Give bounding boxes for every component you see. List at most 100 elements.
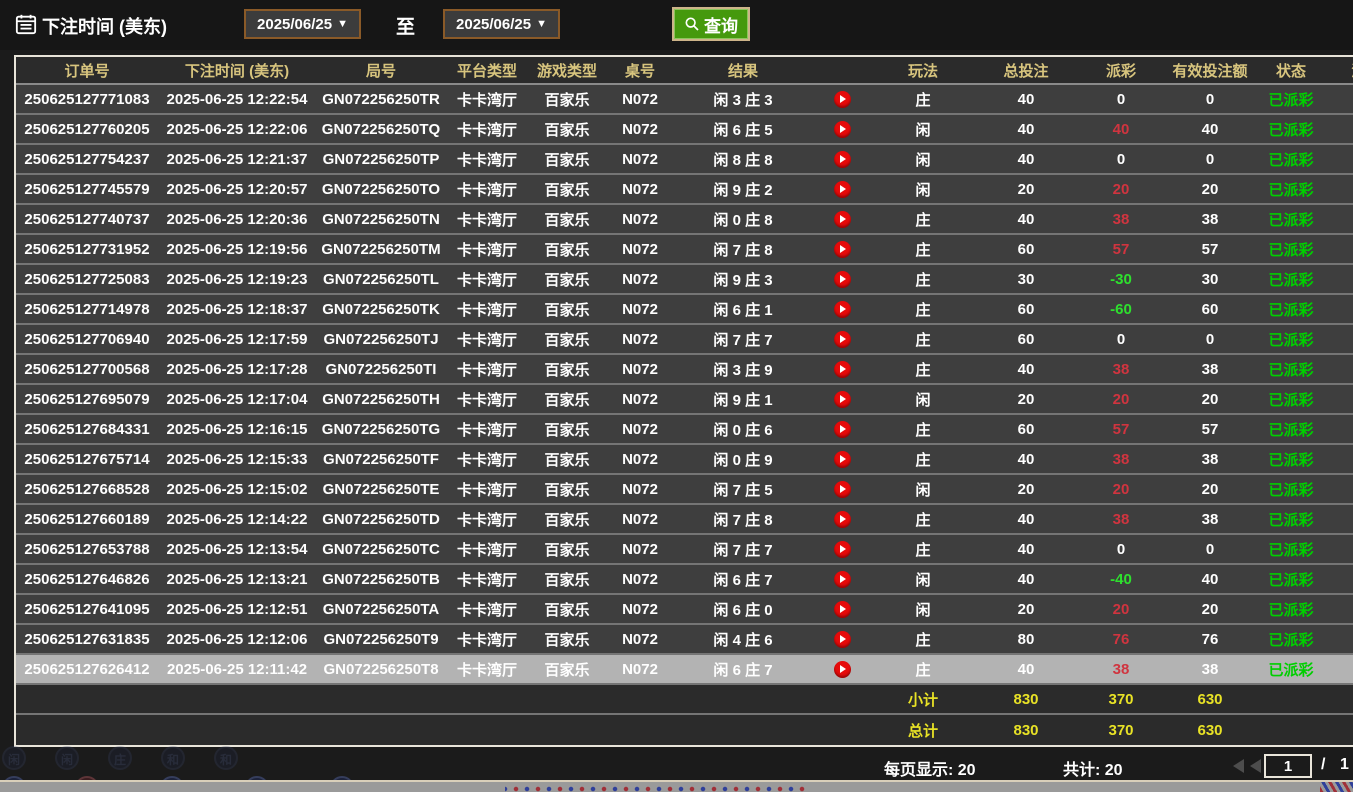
table-row[interactable]: 2506251276843312025-06-25 12:16:15GN0722… bbox=[16, 415, 1353, 445]
valid-bet-cell: 60 bbox=[1164, 295, 1256, 323]
play-replay-icon[interactable] bbox=[834, 421, 851, 438]
bet-time-cell: 2025-06-25 12:17:59 bbox=[158, 325, 316, 353]
play-replay-icon[interactable] bbox=[834, 391, 851, 408]
order-no-cell: 250625127725083 bbox=[16, 265, 158, 293]
date-from-select[interactable]: 2025/06/25 ▼ bbox=[244, 9, 361, 39]
bet-type-cell: 庄 bbox=[872, 535, 974, 563]
play-replay-icon[interactable] bbox=[834, 451, 851, 468]
order-no-cell: 250625127653788 bbox=[16, 535, 158, 563]
game-no-cell: GN072256250TN bbox=[316, 205, 446, 233]
result-cell: 闲 7 庄 5 bbox=[674, 475, 812, 503]
game-no-cell: GN072256250TG bbox=[316, 415, 446, 443]
table-row[interactable]: 2506251277069402025-06-25 12:17:59GN0722… bbox=[16, 325, 1353, 355]
play-replay-icon[interactable] bbox=[834, 541, 851, 558]
bet-type-cell: 庄 bbox=[872, 205, 974, 233]
play-replay-icon[interactable] bbox=[834, 571, 851, 588]
play-replay-icon[interactable] bbox=[834, 91, 851, 108]
result-cell: 闲 6 庄 7 bbox=[674, 655, 812, 683]
platform-cell: 卡卡湾厅 bbox=[446, 235, 528, 263]
play-replay-icon[interactable] bbox=[834, 481, 851, 498]
total-bet-cell: 40 bbox=[974, 115, 1078, 143]
result-cell: 闲 7 庄 8 bbox=[674, 235, 812, 263]
table-row[interactable]: 2506251277455792025-06-25 12:20:57GN0722… bbox=[16, 175, 1353, 205]
total-bet-cell: 60 bbox=[974, 295, 1078, 323]
valid-bet-cell: 38 bbox=[1164, 355, 1256, 383]
bet-time-cell: 2025-06-25 12:12:06 bbox=[158, 625, 316, 653]
payout-cell: 0 bbox=[1078, 325, 1164, 353]
to-label: 至 bbox=[396, 12, 415, 39]
play-replay-icon[interactable] bbox=[834, 511, 851, 528]
date-from-value: 2025/06/25 bbox=[257, 16, 332, 33]
page-number-input[interactable] bbox=[1264, 754, 1312, 778]
play-replay-icon[interactable] bbox=[834, 241, 851, 258]
previous-page-icon[interactable] bbox=[1250, 759, 1261, 773]
query-button[interactable]: 查询 bbox=[672, 7, 750, 41]
date-to-select[interactable]: 2025/06/25 ▼ bbox=[443, 9, 560, 39]
empty-cell bbox=[528, 715, 606, 745]
table-row[interactable]: 2506251276468262025-06-25 12:13:21GN0722… bbox=[16, 565, 1353, 595]
empty-cell bbox=[1326, 715, 1353, 745]
result-cell: 闲 7 庄 7 bbox=[674, 325, 812, 353]
first-page-icon[interactable] bbox=[1233, 759, 1244, 773]
bet-type-cell: 闲 bbox=[872, 385, 974, 413]
play-replay-icon[interactable] bbox=[834, 301, 851, 318]
bet-time-cell: 2025-06-25 12:20:36 bbox=[158, 205, 316, 233]
platform-cell: 卡卡湾厅 bbox=[446, 85, 528, 113]
empty-cell bbox=[158, 715, 316, 745]
table-row[interactable]: 2506251277250832025-06-25 12:19:23GN0722… bbox=[16, 265, 1353, 295]
play-replay-icon[interactable] bbox=[834, 631, 851, 648]
table-row[interactable]: 2506251277407372025-06-25 12:20:36GN0722… bbox=[16, 205, 1353, 235]
table-row[interactable]: 2506251277602052025-06-25 12:22:06GN0722… bbox=[16, 115, 1353, 145]
empty-cell bbox=[1256, 685, 1326, 713]
table-row[interactable]: 2506251277319522025-06-25 12:19:56GN0722… bbox=[16, 235, 1353, 265]
result-cell: 闲 6 庄 1 bbox=[674, 295, 812, 323]
payout-cell: 38 bbox=[1078, 205, 1164, 233]
table-row[interactable]: 2506251277005682025-06-25 12:17:28GN0722… bbox=[16, 355, 1353, 385]
bet-chip-icon: 闲 bbox=[2, 746, 26, 770]
table-row[interactable]: 2506251277542372025-06-25 12:21:37GN0722… bbox=[16, 145, 1353, 175]
play-replay-icon[interactable] bbox=[834, 601, 851, 618]
chevron-down-icon: ▼ bbox=[337, 18, 348, 30]
play-replay-icon[interactable] bbox=[834, 271, 851, 288]
table-row[interactable]: 2506251277710832025-06-25 12:22:54GN0722… bbox=[16, 85, 1353, 115]
table-row[interactable]: 2506251276537882025-06-25 12:13:54GN0722… bbox=[16, 535, 1353, 565]
table-row[interactable]: 2506251276601892025-06-25 12:14:22GN0722… bbox=[16, 505, 1353, 535]
result-cell: 闲 6 庄 5 bbox=[674, 115, 812, 143]
valid-bet-cell: 38 bbox=[1164, 445, 1256, 473]
platform-cell: 卡卡湾厅 bbox=[446, 625, 528, 653]
play-replay-icon[interactable] bbox=[834, 361, 851, 378]
table-no-cell: N072 bbox=[606, 115, 674, 143]
table-row[interactable]: 2506251276410952025-06-25 12:12:51GN0722… bbox=[16, 595, 1353, 625]
table-row[interactable]: 2506251277149782025-06-25 12:18:37GN0722… bbox=[16, 295, 1353, 325]
play-replay-icon[interactable] bbox=[834, 661, 851, 678]
empty-cell bbox=[674, 715, 812, 745]
play-replay-icon[interactable] bbox=[834, 121, 851, 138]
order-no-cell: 250625127714978 bbox=[16, 295, 158, 323]
bet-type-cell: 庄 bbox=[872, 265, 974, 293]
order-no-cell: 250625127745579 bbox=[16, 175, 158, 203]
order-no-cell: 250625127641095 bbox=[16, 595, 158, 623]
table-row[interactable]: 2506251276685282025-06-25 12:15:02GN0722… bbox=[16, 475, 1353, 505]
play-replay-icon[interactable] bbox=[834, 181, 851, 198]
search-icon bbox=[684, 16, 700, 32]
platform-cell: 卡卡湾厅 bbox=[446, 325, 528, 353]
bet-chip-icon: 庄 bbox=[108, 746, 132, 770]
bet-time-cell: 2025-06-25 12:20:57 bbox=[158, 175, 316, 203]
result-cell: 闲 9 庄 2 bbox=[674, 175, 812, 203]
table-no-cell: N072 bbox=[606, 385, 674, 413]
column-header-3: 平台类型 bbox=[446, 57, 528, 83]
bet-chip-icon: 和 bbox=[161, 746, 185, 770]
bet-type-cell: 闲 bbox=[872, 175, 974, 203]
table-row[interactable]: 2506251276757142025-06-25 12:15:33GN0722… bbox=[16, 445, 1353, 475]
bet-type-cell: 闲 bbox=[872, 115, 974, 143]
valid-bet-cell: 38 bbox=[1164, 205, 1256, 233]
play-triangle bbox=[840, 155, 846, 163]
table-row[interactable]: 2506251276264122025-06-25 12:11:42GN0722… bbox=[16, 655, 1353, 685]
table-row[interactable]: 2506251276950792025-06-25 12:17:04GN0722… bbox=[16, 385, 1353, 415]
table-row[interactable]: 2506251276318352025-06-25 12:12:06GN0722… bbox=[16, 625, 1353, 655]
play-replay-icon[interactable] bbox=[834, 211, 851, 228]
result-cell: 闲 8 庄 8 bbox=[674, 145, 812, 173]
play-replay-icon[interactable] bbox=[834, 151, 851, 168]
play-replay-icon[interactable] bbox=[834, 331, 851, 348]
extra-cell bbox=[1326, 415, 1353, 443]
